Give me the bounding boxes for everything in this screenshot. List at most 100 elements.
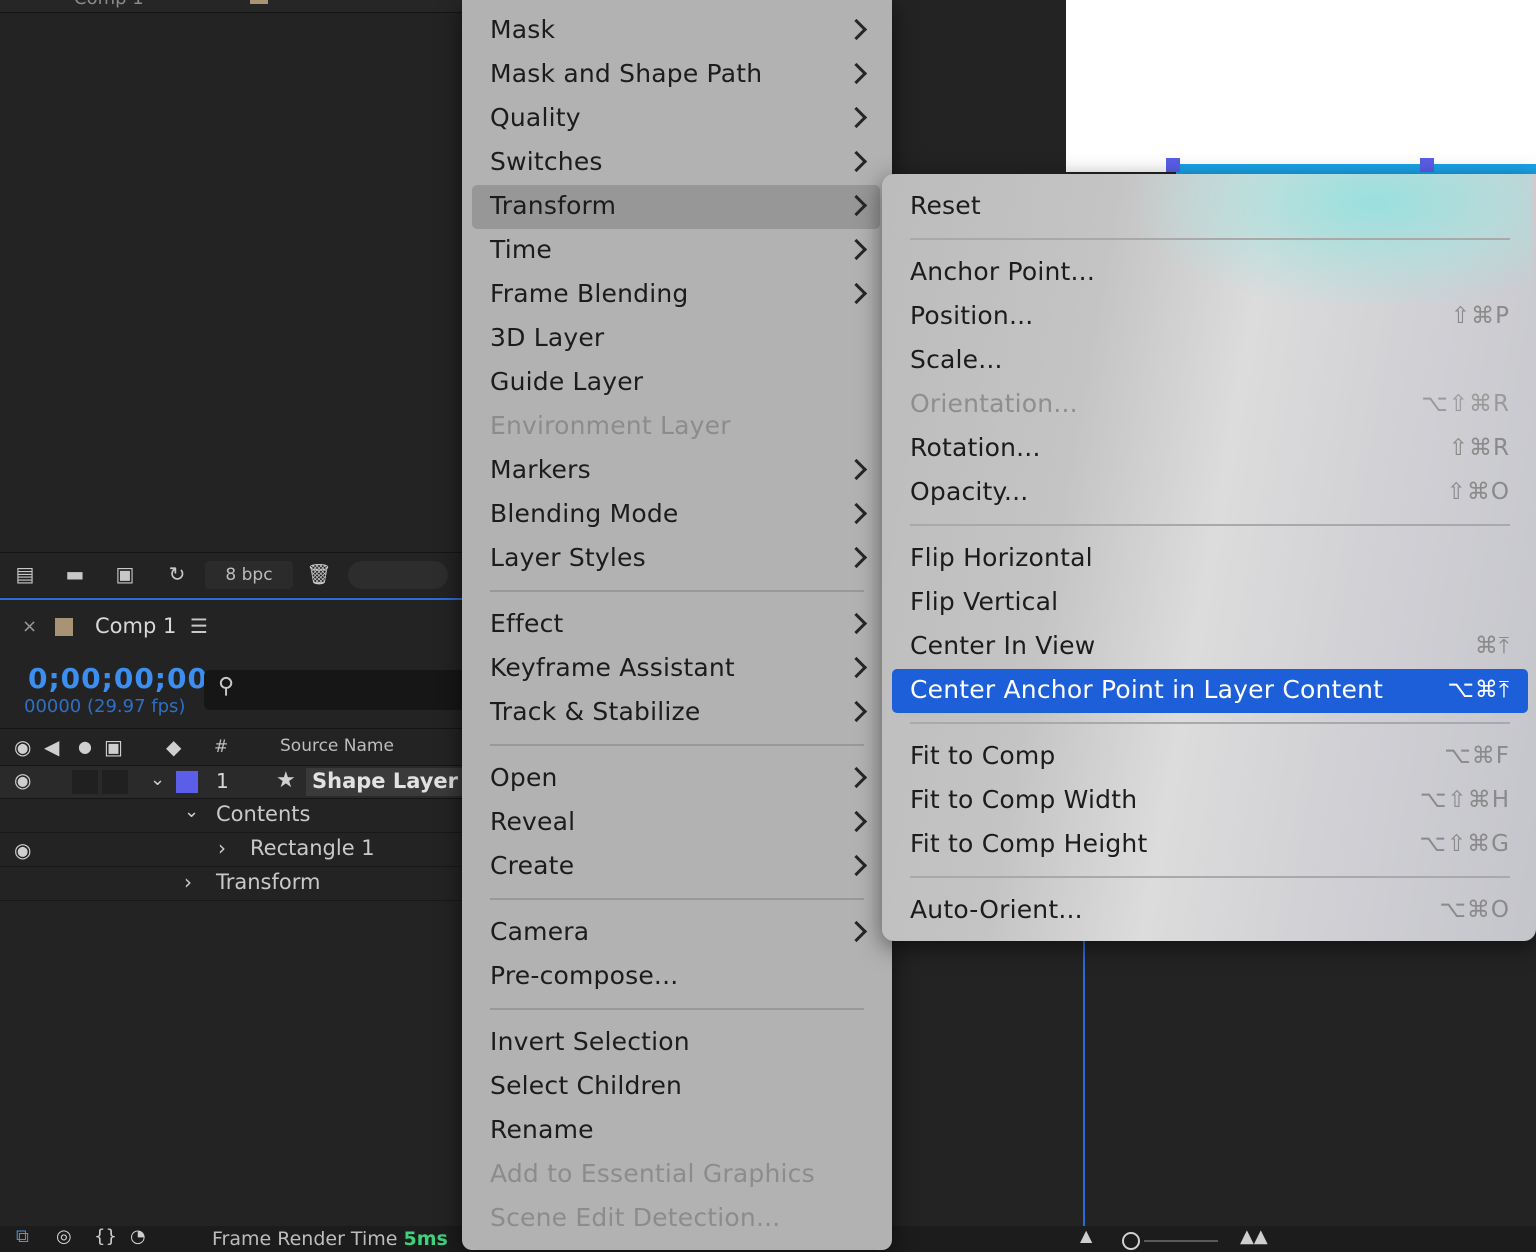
- submenu-item-label: Orientation...: [910, 389, 1078, 418]
- frame-render-label: Frame Render Time: [212, 1228, 398, 1250]
- menu-item-create[interactable]: Create: [472, 845, 880, 889]
- layer-color-label[interactable]: [176, 771, 198, 793]
- render-settings-icon[interactable]: ↻: [162, 561, 192, 587]
- panel-menu-icon[interactable]: ☰: [190, 614, 208, 638]
- submenu-item-fit-to-comp-width[interactable]: Fit to Comp Width ⌥⇧⌘H: [892, 779, 1528, 823]
- layer-name-field[interactable]: Shape Layer 1: [306, 768, 480, 796]
- close-tab-icon[interactable]: ×: [22, 616, 37, 637]
- submenu-item-fit-to-comp-height[interactable]: Fit to Comp Height ⌥⇧⌘G: [892, 823, 1528, 867]
- menu-item-reveal[interactable]: Reveal: [472, 801, 880, 845]
- chevron-down-icon[interactable]: ⌄: [184, 801, 199, 822]
- toggle-modes-icon[interactable]: ◎: [56, 1226, 72, 1247]
- project-item-row[interactable]: Comp 1: [0, 0, 462, 13]
- menu-item-mask[interactable]: Mask: [472, 9, 880, 53]
- new-composition-icon[interactable]: ▣: [110, 561, 140, 587]
- bpc-button[interactable]: 8 bpc: [205, 561, 293, 589]
- menu-item-3d-layer[interactable]: 3D Layer: [472, 317, 880, 361]
- menu-item-label: Markers: [490, 455, 591, 484]
- zoom-slider-thumb[interactable]: [1122, 1232, 1140, 1250]
- menu-item-camera[interactable]: Camera: [472, 911, 880, 955]
- solo-icon[interactable]: ●: [78, 737, 92, 756]
- menu-item-select-children[interactable]: Select Children: [472, 1065, 880, 1109]
- contents-row[interactable]: ⌄ Contents: [0, 800, 462, 833]
- audio-icon[interactable]: ◀: [44, 735, 59, 759]
- menu-separator: [910, 524, 1510, 526]
- menu-item-layer-styles[interactable]: Layer Styles: [472, 537, 880, 581]
- menu-item-switches[interactable]: Switches: [472, 141, 880, 185]
- submenu-item-position[interactable]: Position... ⇧⌘P: [892, 295, 1528, 339]
- submenu-item-flip-horizontal[interactable]: Flip Horizontal: [892, 537, 1528, 581]
- zoom-in-icon[interactable]: ▲▲: [1240, 1226, 1268, 1247]
- menu-item-transform[interactable]: Transform: [472, 185, 880, 229]
- interpret-footage-icon[interactable]: ▤: [10, 561, 40, 587]
- submenu-item-auto-orient[interactable]: Auto-Orient... ⌥⌘O: [892, 889, 1528, 933]
- menu-item-label: Add to Essential Graphics: [490, 1159, 815, 1188]
- menu-item-markers[interactable]: Markers: [472, 449, 880, 493]
- menu-item-label: Track & Stabilize: [490, 697, 701, 726]
- submenu-item-label: Fit to Comp Height: [910, 829, 1148, 858]
- chevron-right-icon[interactable]: ›: [218, 836, 226, 860]
- submenu-item-opacity[interactable]: Opacity... ⇧⌘O: [892, 471, 1528, 515]
- submenu-item-rotation[interactable]: Rotation... ⇧⌘R: [892, 427, 1528, 471]
- toggle-switches-icon[interactable]: ⧉: [16, 1226, 29, 1247]
- zoom-out-icon[interactable]: ▲: [1080, 1226, 1092, 1245]
- timeline-search-input[interactable]: ⚲: [204, 670, 462, 710]
- submenu-item-scale[interactable]: Scale...: [892, 339, 1528, 383]
- menu-separator: [490, 590, 864, 592]
- menu-item-quality[interactable]: Quality: [472, 97, 880, 141]
- submenu-item-anchor-point[interactable]: Anchor Point...: [892, 251, 1528, 295]
- zoom-slider-track[interactable]: [1144, 1240, 1218, 1242]
- timeline-panel: × Comp 1 ☰ 0;00;00;00 00000 (29.97 fps) …: [0, 598, 480, 1228]
- menu-item-guide-layer[interactable]: Guide Layer: [472, 361, 880, 405]
- menu-item-label: Time: [490, 235, 552, 264]
- menu-item-blending-mode[interactable]: Blending Mode: [472, 493, 880, 537]
- solo-toggle[interactable]: [72, 770, 98, 794]
- submenu-item-flip-vertical[interactable]: Flip Vertical: [892, 581, 1528, 625]
- menu-item-invert-selection[interactable]: Invert Selection: [472, 1021, 880, 1065]
- menu-item-effect[interactable]: Effect: [472, 603, 880, 647]
- project-search-pill[interactable]: [348, 561, 448, 589]
- composition-canvas[interactable]: [1066, 0, 1536, 172]
- menu-item-track-stabilize[interactable]: Track & Stabilize: [472, 691, 880, 735]
- chevron-right-icon[interactable]: ›: [184, 870, 192, 894]
- submenu-item-reset[interactable]: Reset: [892, 185, 1528, 229]
- new-folder-icon[interactable]: ▬: [60, 561, 90, 587]
- transform-handle[interactable]: [1166, 158, 1180, 172]
- chevron-right-icon: [845, 194, 868, 217]
- label-tag-icon[interactable]: ◆: [166, 735, 181, 759]
- layer-row[interactable]: ◉ ⌄ 1 ★ Shape Layer 1: [0, 766, 480, 799]
- submenu-item-center-in-view[interactable]: Center In View ⌘⤒: [892, 625, 1528, 669]
- project-item-name: Comp 1: [74, 0, 144, 9]
- menu-item-mask-and-shape-path[interactable]: Mask and Shape Path: [472, 53, 880, 97]
- submenu-item-center-anchor-point[interactable]: Center Anchor Point in Layer Content ⌥⌘⤒: [892, 669, 1528, 713]
- trash-icon[interactable]: 🗑: [304, 561, 334, 587]
- menu-item-keyframe-assistant[interactable]: Keyframe Assistant: [472, 647, 880, 691]
- menu-item-frame-blending[interactable]: Frame Blending: [472, 273, 880, 317]
- chevron-right-icon: [845, 766, 868, 789]
- frame-render-value: 5ms: [403, 1228, 448, 1250]
- lock-icon[interactable]: ▣: [104, 735, 123, 759]
- menu-item-add-to-essential-graphics: Add to Essential Graphics: [472, 1153, 880, 1197]
- chevron-down-icon[interactable]: ⌄: [150, 769, 165, 790]
- toggle-inout-icon[interactable]: {}: [94, 1226, 117, 1247]
- menu-item-label: Layer Styles: [490, 543, 646, 572]
- eye-icon[interactable]: ◉: [14, 838, 31, 862]
- current-timecode[interactable]: 0;00;00;00: [28, 662, 208, 695]
- menu-separator: [910, 722, 1510, 724]
- menu-item-pre-compose[interactable]: Pre-compose...: [472, 955, 880, 999]
- lock-toggle[interactable]: [102, 770, 128, 794]
- timeline-tab-title[interactable]: Comp 1: [95, 614, 176, 638]
- transform-row[interactable]: › Transform: [0, 868, 462, 901]
- eye-icon[interactable]: ◉: [14, 768, 31, 792]
- submenu-item-fit-to-comp[interactable]: Fit to Comp ⌥⌘F: [892, 735, 1528, 779]
- column-source-name[interactable]: Source Name: [280, 736, 394, 756]
- rectangle-row[interactable]: ◉ › Rectangle 1: [0, 834, 462, 867]
- menu-item-label: Camera: [490, 917, 590, 946]
- render-time-icon[interactable]: ◔: [130, 1226, 146, 1247]
- project-item-swatch: [250, 0, 268, 4]
- menu-item-rename[interactable]: Rename: [472, 1109, 880, 1153]
- eye-icon[interactable]: ◉: [14, 735, 31, 759]
- transform-handle[interactable]: [1420, 158, 1434, 172]
- menu-item-open[interactable]: Open: [472, 757, 880, 801]
- menu-item-time[interactable]: Time: [472, 229, 880, 273]
